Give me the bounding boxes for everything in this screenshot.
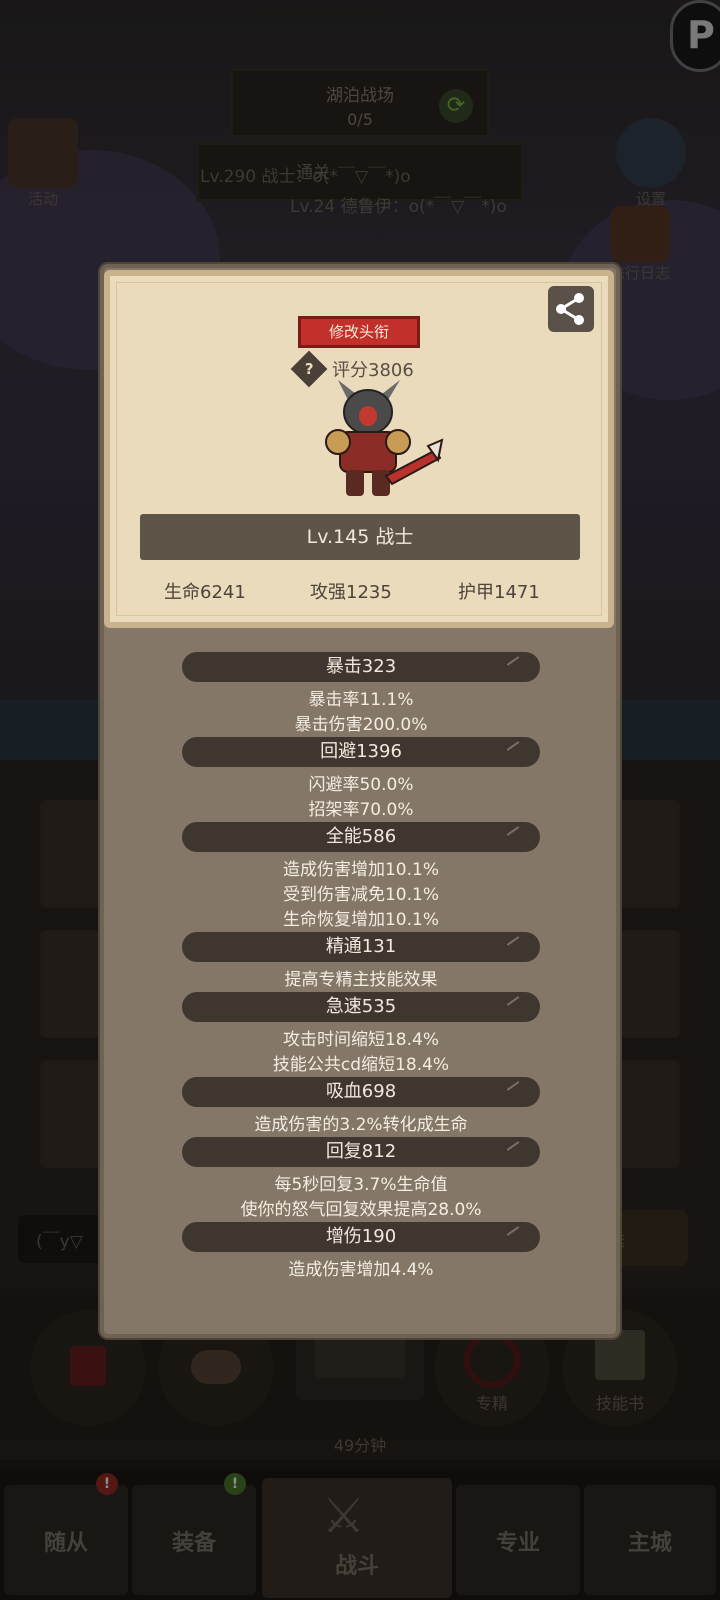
character-name-bar: Lv.145 战士 [140,514,580,560]
mastery-line: 提高专精主技能效果 [284,970,438,990]
versatility-line: 造成伤害增加10.1% [282,860,439,880]
versatility-line: 受到伤害减免10.1% [282,885,439,905]
regen-line: 使你的怒气回复效果提高28.0% [240,1200,482,1220]
attack-stat: 攻强1235 [310,582,392,603]
dodge-rate: 闪避率50.0% [308,775,414,795]
haste-line: 技能公共cd缩短18.4% [272,1055,450,1075]
warrior-avatar [325,380,444,496]
mastery-header: 精通131 [182,932,540,962]
haste-line: 攻击时间缩短18.4% [282,1030,439,1050]
share-icon [556,293,584,325]
damage-bonus-header: 增伤190 [182,1222,540,1252]
lifesteal-header: 吸血698 [182,1077,540,1107]
crit-damage: 暴击伤害200.0% [294,715,428,735]
armor-stat: 护甲1471 [458,582,540,603]
regen-header: 回复812 [182,1137,540,1167]
versatility-header: 全能586 [182,822,540,852]
parry-rate: 招架率70.0% [308,800,414,820]
edit-title-button[interactable]: 修改头衔 [298,316,420,348]
crit-rate: 暴击率11.1% [308,690,414,710]
hp-stat: 生命6241 [164,582,246,603]
regen-line: 每5秒回复3.7%生命值 [274,1175,448,1195]
avoidance-header: 回避1396 [182,737,540,767]
share-button[interactable] [548,286,594,332]
haste-header: 急速535 [182,992,540,1022]
lifesteal-line: 造成伤害的3.2%转化成生命 [254,1115,468,1135]
damage-bonus-line: 造成伤害增加4.4% [288,1260,434,1280]
crit-header: 暴击323 [182,652,540,682]
score-label: 评分3806 [332,360,414,381]
versatility-line: 生命恢复增加10.1% [282,910,439,930]
